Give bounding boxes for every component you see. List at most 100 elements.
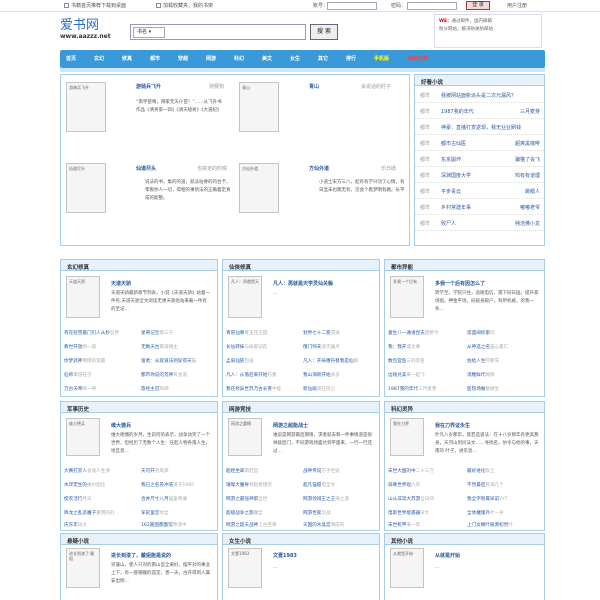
book-cover[interactable]: 进长到漆了·戴姐 bbox=[66, 548, 100, 588]
list-item[interactable]: 上门女婿叶辰萧初然叶 bbox=[467, 522, 513, 528]
list-item[interactable]: 都市 都市古仙医 超爽黑咖啡 bbox=[415, 135, 544, 151]
list-item[interactable]: 网游之最强神职全世 bbox=[226, 496, 267, 502]
list-item[interactable]: 教世开放阴一疯 bbox=[64, 344, 96, 350]
list-item[interactable]: 俄门师夫道无器点 bbox=[303, 344, 340, 350]
nav-xuanhuan[interactable]: 玄幻 bbox=[94, 55, 104, 62]
book-cover[interactable]: 仙道尽头 bbox=[66, 163, 106, 213]
list-item[interactable]: 有在轻雪最门们人从妙吾界 bbox=[64, 330, 119, 336]
book-title[interactable]: 凡人：再就是天学灵仙关躲 bbox=[273, 280, 333, 287]
list-item[interactable]: 山从非常大苏游全日间 bbox=[388, 496, 434, 502]
book-title[interactable]: 多我一个后有因怎么了 bbox=[435, 280, 485, 287]
book-title[interactable]: 进长到漆了，戴姐能是说的 bbox=[111, 552, 171, 559]
set-home-link[interactable]: 书籍首页推荐下载到桌面 bbox=[64, 2, 126, 9]
list-item[interactable]: 天可开洛风梁 bbox=[141, 468, 169, 474]
bookmark-link[interactable]: 加载收藏夹，我的书架 bbox=[156, 2, 213, 9]
list-item[interactable]: 青冒仙尊青玉花尘园 bbox=[226, 330, 267, 336]
list-item[interactable]: 从神选之名猫心最仁 bbox=[467, 344, 508, 350]
list-item[interactable]: 边践兑美来一起飞 bbox=[388, 372, 425, 378]
list-item[interactable]: 军史里宫你全 bbox=[141, 510, 169, 516]
password-input[interactable] bbox=[407, 2, 457, 10]
nav-mobile[interactable]: 手机版 bbox=[374, 55, 389, 62]
list-item[interactable]: 网游领域王之王海之道 bbox=[303, 496, 349, 502]
list-item[interactable]: 1987我的年代三月麦芽 bbox=[388, 386, 436, 392]
search-button[interactable]: 搜 索 bbox=[310, 24, 338, 40]
list-item[interactable]: 最好进化陈土 bbox=[467, 468, 495, 474]
book-cover[interactable]: 方仙外道 bbox=[239, 163, 279, 213]
list-item[interactable]: 电影世界能遇器深大 bbox=[388, 510, 429, 516]
list-item[interactable]: 席盛阔综家综 bbox=[467, 330, 495, 336]
list-item[interactable]: 我全宇新属早前YYT bbox=[467, 496, 508, 502]
list-item[interactable]: 楔农活行月天 bbox=[64, 496, 92, 502]
list-item[interactable]: 都市你说的荒神风会道 bbox=[141, 372, 187, 378]
list-item[interactable]: 璀璨大魔导领起者相宗 bbox=[226, 482, 272, 488]
list-item[interactable]: 不然最后宸海几个 bbox=[467, 482, 504, 488]
list-item[interactable]: 消糖鲜代阁情 bbox=[467, 372, 495, 378]
list-item[interactable]: 长仙转妹与局部记在 bbox=[226, 344, 267, 350]
nav-home[interactable]: 首页 bbox=[66, 55, 76, 62]
nav-wangyou[interactable]: 网游 bbox=[206, 55, 216, 62]
nav-dushi[interactable]: 都市 bbox=[150, 55, 160, 62]
list-item[interactable]: 我：我开城太要 bbox=[388, 344, 420, 350]
list-item[interactable]: 合并尺寸八月猫里奇珊 bbox=[141, 496, 187, 502]
list-item[interactable]: 大赛打赏人会闯人生清 bbox=[64, 468, 110, 474]
book-title[interactable]: 文壹1983 bbox=[273, 552, 297, 559]
list-item[interactable]: 凡人：从落后来开始钓墨 bbox=[226, 372, 277, 378]
book-title[interactable]: 青山 bbox=[309, 83, 319, 90]
list-item[interactable]: 我已之名卷冲洗道子1985 bbox=[141, 482, 194, 488]
list-item[interactable]: 万古天帝降一神 bbox=[64, 386, 96, 392]
list-item[interactable]: 超凡猫甜电全文 bbox=[303, 482, 335, 488]
list-item[interactable]: 天国的水晶宫清成的 bbox=[303, 522, 344, 528]
list-item[interactable]: 都市 1987我的年代 三月麦芽 bbox=[415, 103, 544, 119]
book-cover[interactable]: 凡人：再就是天 bbox=[228, 276, 262, 318]
list-item[interactable]: 凡人：开局嗜符替我是仙疯 bbox=[303, 358, 358, 364]
book-title[interactable]: 从就是开始 bbox=[435, 552, 460, 559]
book-title[interactable]: 仙道尽头 bbox=[136, 165, 156, 172]
nav-paihang[interactable]: 排行 bbox=[346, 55, 356, 62]
list-item[interactable]: 佐给人生阿爹车 bbox=[467, 358, 499, 364]
search-type-select[interactable]: 书名 ▾ bbox=[133, 27, 165, 38]
book-cover[interactable]: 多我一个后有 bbox=[390, 276, 424, 318]
book-cover[interactable]: 从就是开始 bbox=[390, 548, 424, 588]
book-cover[interactable]: 网游之重模 bbox=[228, 418, 262, 456]
list-item[interactable]: 都市 深渊国度大学 鸡有有道理 bbox=[415, 167, 544, 183]
list-item[interactable]: 数包官鱼三的装名 bbox=[388, 358, 425, 364]
list-item[interactable]: 都市 平步青云 跳眼人 bbox=[415, 183, 544, 199]
book-author[interactable]: 骑赛狗 bbox=[209, 83, 224, 90]
book-title[interactable]: 维大德兵 bbox=[111, 422, 131, 429]
login-button[interactable]: 登 录 bbox=[466, 1, 490, 10]
list-item[interactable]: 都市 神豪：直播打赏返现，我无业业刷钱 bbox=[415, 119, 544, 135]
list-item[interactable]: 无数天台菊海绪主 bbox=[141, 344, 178, 350]
list-item[interactable]: 都市 乡村常建年事 嘟嘟老爷 bbox=[415, 199, 544, 215]
list-item[interactable]: 都市 败尸人 纯洁佛小龙 bbox=[415, 215, 544, 231]
book-title[interactable]: 方仙外道 bbox=[309, 165, 329, 172]
book-title[interactable]: 天道天骄 bbox=[111, 280, 131, 287]
list-item[interactable]: 都市 东京崩坏 骗猫了会飞 bbox=[415, 151, 544, 167]
nav-history[interactable]: 阅读记录 bbox=[408, 55, 428, 62]
list-item[interactable]: 末世大国的中二十三万 bbox=[388, 468, 434, 474]
list-item[interactable]: 162嘉国都面馆帝涂中 bbox=[141, 522, 187, 528]
book-cover[interactable]: 文壹1983 bbox=[228, 548, 262, 588]
list-item[interactable]: 战神传说方子世途 bbox=[303, 468, 340, 474]
list-item[interactable]: 富者：从就道法到穿得天猫 bbox=[141, 358, 196, 364]
list-item[interactable]: 网游之超天战神上古至尊 bbox=[226, 522, 277, 528]
list-item[interactable]: 骑尊世界观六宗 bbox=[388, 482, 420, 488]
site-logo[interactable]: 爱书网 www.aazzz.net bbox=[60, 14, 120, 42]
list-item[interactable]: 新仙殿道在风尘 bbox=[303, 386, 335, 392]
list-item[interactable]: 全体魔魂外叶一岁 bbox=[467, 510, 504, 516]
list-item[interactable]: 庆东年闯大 bbox=[64, 522, 87, 528]
list-item[interactable]: 医院场做敏捷生 bbox=[467, 386, 499, 392]
nav-xiuzhen[interactable]: 修真 bbox=[122, 55, 132, 62]
book-author[interactable]: 会说话的肘子 bbox=[361, 83, 391, 90]
list-item[interactable]: 都市 我被网站面新派头是二次元漏风？ bbox=[415, 87, 544, 103]
book-author[interactable]: 也拼走的时候 bbox=[197, 165, 227, 172]
nav-qita[interactable]: 其它 bbox=[318, 55, 328, 62]
list-item[interactable]: 仙师掌道轻子 bbox=[64, 372, 92, 378]
book-cover[interactable]: 我在刀界 bbox=[390, 418, 424, 456]
list-item[interactable]: 你梦武神用情的宽最 bbox=[64, 358, 105, 364]
list-item[interactable]: 网游世家华战 bbox=[303, 510, 331, 516]
list-item[interactable]: 末世机甲来一年 bbox=[388, 522, 420, 528]
book-title[interactable]: 网游之超能战士 bbox=[273, 422, 308, 429]
book-author[interactable]: 乐日磅 bbox=[381, 165, 396, 172]
nav-chuanyue[interactable]: 穿越 bbox=[178, 55, 188, 62]
book-cover[interactable]: 维大德兵 bbox=[66, 418, 100, 456]
